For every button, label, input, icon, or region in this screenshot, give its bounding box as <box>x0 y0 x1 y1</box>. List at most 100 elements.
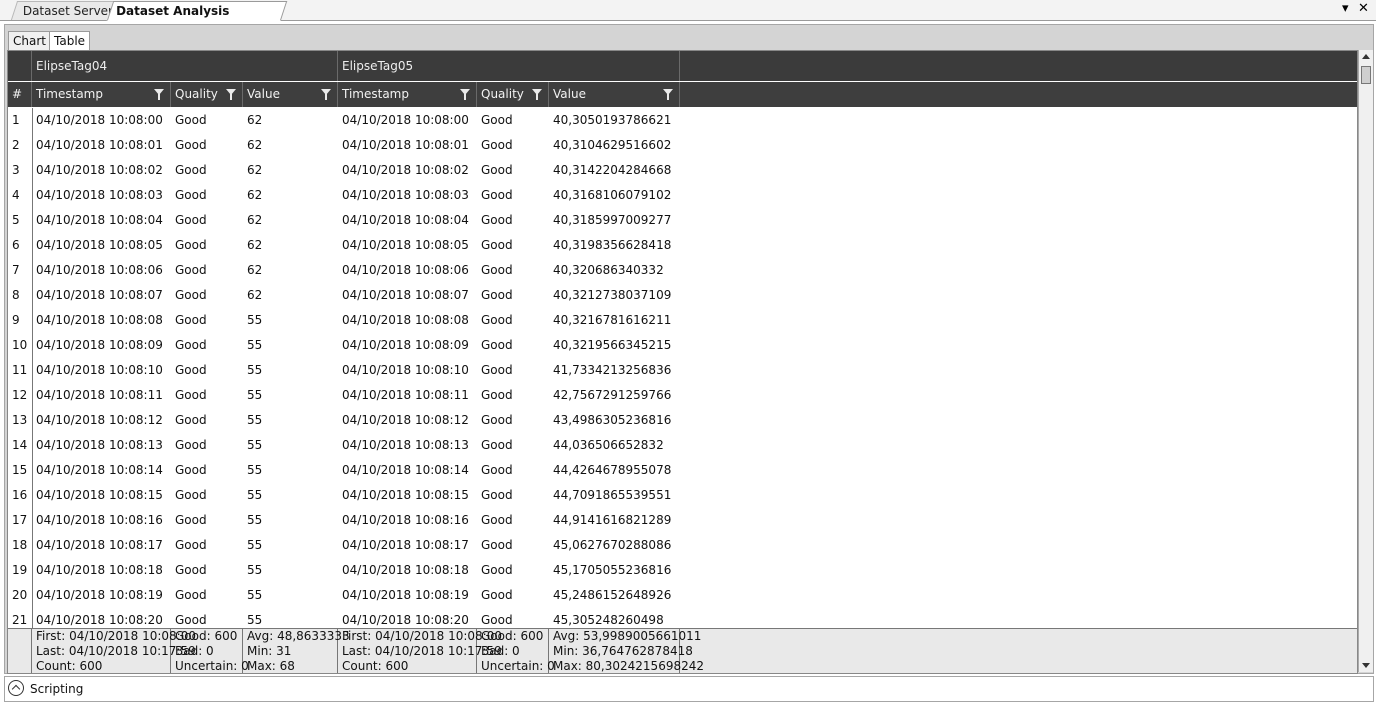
table-row[interactable]: 3 04/10/2018 10:08:02 Good 62 04/10/2018 10:… <box>8 158 1357 183</box>
column-header-quality[interactable]: Quality <box>171 82 243 107</box>
table-row[interactable]: 16 04/10/2018 10:08:15 Good 55 04/10/2018 10… <box>8 483 1357 508</box>
table-row[interactable]: 8 04/10/2018 10:08:07 Good 62 04/10/2018 10:… <box>8 283 1357 308</box>
document-tab-strip: Dataset Server Dataset Analysis Dataset0… <box>0 0 1376 36</box>
table-row[interactable]: 9 04/10/2018 10:08:08 Good 55 04/10/2018 10:… <box>8 308 1357 333</box>
filter-icon[interactable] <box>154 89 164 100</box>
timestamp-cell: 04/10/2018 10:08:10 <box>36 363 163 377</box>
timestamp-cell: 04/10/2018 10:08:20 <box>342 613 469 627</box>
timestamp-cell: 04/10/2018 10:08:05 <box>36 238 163 252</box>
value-cell: 40,3219566345215 <box>553 338 672 352</box>
table-row[interactable]: 20 04/10/2018 10:08:19 Good 55 04/10/2018 10… <box>8 583 1357 608</box>
quality-cell: Good <box>481 113 513 127</box>
value-cell: 55 <box>247 413 263 427</box>
timestamp-cell: 04/10/2018 10:08:18 <box>36 563 163 577</box>
scroll-down-icon[interactable] <box>1362 663 1370 668</box>
quality-cell: Good <box>481 613 513 627</box>
table-row[interactable]: 11 04/10/2018 10:08:10 Good 55 04/10/2018 10… <box>8 358 1357 383</box>
table-row[interactable]: 1 04/10/2018 10:08:00 Good 62 04/10/2018 10:… <box>8 108 1357 133</box>
quality-cell: Good <box>175 113 207 127</box>
quality-cell: Good <box>481 313 513 327</box>
column-header-value[interactable]: Value <box>243 82 338 107</box>
tab-table[interactable]: Table <box>49 31 91 51</box>
quality-cell: Good <box>481 588 513 602</box>
table-row[interactable]: 19 04/10/2018 10:08:18 Good 55 04/10/2018 10… <box>8 558 1357 583</box>
value-cell: 44,4264678955078 <box>553 463 672 477</box>
tab-chart[interactable]: Chart <box>8 31 51 51</box>
value-cell: 55 <box>247 588 263 602</box>
table-row[interactable]: 14 04/10/2018 10:08:13 Good 55 04/10/2018 10… <box>8 433 1357 458</box>
quality-cell: Good <box>175 338 207 352</box>
row-number: 8 <box>12 288 20 302</box>
tab-dataset-analysis[interactable]: Dataset Analysis Dataset01 <box>106 1 288 36</box>
scripting-expander[interactable]: Scripting <box>4 676 1374 702</box>
tag-header-elipsetag05: ElipseTag05 <box>338 51 680 81</box>
footer-tag2-quality: Good: 600 Bad: 0 Uncertain: 0 <box>477 629 555 673</box>
timestamp-cell: 04/10/2018 10:08:16 <box>36 513 163 527</box>
row-number: 7 <box>12 263 20 277</box>
quality-cell: Good <box>175 213 207 227</box>
table-row[interactable]: 17 04/10/2018 10:08:16 Good 55 04/10/2018 10… <box>8 508 1357 533</box>
timestamp-cell: 04/10/2018 10:08:06 <box>36 263 163 277</box>
filter-icon[interactable] <box>226 89 236 100</box>
table-row[interactable]: 4 04/10/2018 10:08:03 Good 62 04/10/2018 10:… <box>8 183 1357 208</box>
table-row[interactable]: 18 04/10/2018 10:08:17 Good 55 04/10/2018 10… <box>8 533 1357 558</box>
quality-cell: Good <box>175 538 207 552</box>
filter-icon[interactable] <box>532 89 542 100</box>
tab-list-dropdown-icon[interactable]: ▾ <box>1342 1 1349 16</box>
timestamp-cell: 04/10/2018 10:08:11 <box>342 388 469 402</box>
table-row[interactable]: 5 04/10/2018 10:08:04 Good 62 04/10/2018 10:… <box>8 208 1357 233</box>
value-cell: 55 <box>247 338 263 352</box>
value-cell: 55 <box>247 363 263 377</box>
column-header-timestamp[interactable]: Timestamp <box>32 82 171 107</box>
scrollbar-thumb[interactable] <box>1361 66 1371 84</box>
timestamp-cell: 04/10/2018 10:08:07 <box>36 288 163 302</box>
timestamp-cell: 04/10/2018 10:08:14 <box>36 463 163 477</box>
timestamp-cell: 04/10/2018 10:08:09 <box>342 338 469 352</box>
quality-cell: Good <box>481 513 513 527</box>
column-header-quality[interactable]: Quality <box>477 82 549 107</box>
quality-cell: Good <box>481 463 513 477</box>
footer-tag1-timestamp: First: 04/10/2018 10:08:00 Last: 04/10/2… <box>32 629 196 673</box>
footer-tag2-timestamp: First: 04/10/2018 10:08:00 Last: 04/10/2… <box>338 629 502 673</box>
quality-cell: Good <box>175 463 207 477</box>
table-row[interactable]: 6 04/10/2018 10:08:05 Good 62 04/10/2018 10:… <box>8 233 1357 258</box>
quality-cell: Good <box>175 263 207 277</box>
timestamp-cell: 04/10/2018 10:08:15 <box>36 488 163 502</box>
value-cell: 44,7091865539551 <box>553 488 672 502</box>
filter-icon[interactable] <box>460 89 470 100</box>
table-row[interactable]: 10 04/10/2018 10:08:09 Good 55 04/10/2018 10… <box>8 333 1357 358</box>
value-cell: 45,0627670288086 <box>553 538 672 552</box>
filter-icon[interactable] <box>663 89 673 100</box>
value-cell: 62 <box>247 163 263 177</box>
row-number: 2 <box>12 138 20 152</box>
row-number: 16 <box>12 488 28 502</box>
table-row[interactable]: 21 04/10/2018 10:08:20 Good 55 04/10/2018 10… <box>8 608 1357 628</box>
quality-cell: Good <box>175 513 207 527</box>
close-icon[interactable]: ✕ <box>1358 1 1369 16</box>
corner-cell <box>8 51 32 81</box>
table-row[interactable]: 7 04/10/2018 10:08:06 Good 62 04/10/2018 10:… <box>8 258 1357 283</box>
timestamp-cell: 04/10/2018 10:08:01 <box>36 138 163 152</box>
filter-icon[interactable] <box>321 89 331 100</box>
scroll-up-icon[interactable] <box>1362 54 1370 59</box>
value-cell: 55 <box>247 513 263 527</box>
table-row[interactable]: 12 04/10/2018 10:08:11 Good 55 04/10/2018 10… <box>8 383 1357 408</box>
vertical-scrollbar[interactable] <box>1358 50 1373 672</box>
value-cell: 45,2486152648926 <box>553 588 672 602</box>
row-number: 19 <box>12 563 28 577</box>
column-header-row: # Timestamp Quality Value Timestamp Qual… <box>8 82 1357 107</box>
row-number: 4 <box>12 188 20 202</box>
data-grid: ElipseTag04 ElipseTag05 # Timestamp Qual… <box>7 50 1358 674</box>
quality-cell: Good <box>175 163 207 177</box>
table-row[interactable]: 15 04/10/2018 10:08:14 Good 55 04/10/2018 10… <box>8 458 1357 483</box>
column-header-value[interactable]: Value <box>549 82 680 107</box>
quality-cell: Good <box>481 263 513 277</box>
timestamp-cell: 04/10/2018 10:08:08 <box>36 313 163 327</box>
timestamp-cell: 04/10/2018 10:08:15 <box>342 488 469 502</box>
timestamp-cell: 04/10/2018 10:08:16 <box>342 513 469 527</box>
column-header-timestamp[interactable]: Timestamp <box>338 82 477 107</box>
expand-chevron-icon[interactable] <box>8 680 24 696</box>
table-row[interactable]: 13 04/10/2018 10:08:12 Good 55 04/10/2018 10… <box>8 408 1357 433</box>
table-row[interactable]: 2 04/10/2018 10:08:01 Good 62 04/10/2018 10:… <box>8 133 1357 158</box>
value-cell: 40,3050193786621 <box>553 113 672 127</box>
